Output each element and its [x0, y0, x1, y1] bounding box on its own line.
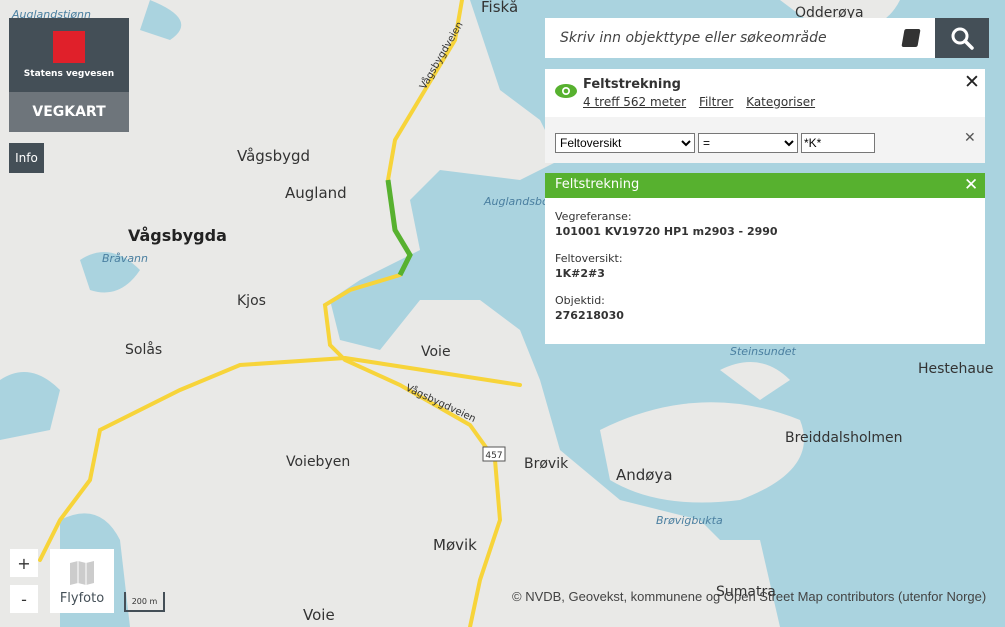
- search-button[interactable]: [935, 18, 989, 58]
- place-label: Augland: [285, 184, 347, 202]
- field-value: 101001 KV19720 HP1 m2903 - 2990: [555, 225, 778, 238]
- place-label: Auglandsbo: [484, 195, 549, 208]
- info-button[interactable]: Info: [9, 143, 44, 173]
- filter-link[interactable]: Filtrer: [699, 95, 733, 109]
- place-label: Vågsbygd: [237, 147, 311, 165]
- place-label: Møvik: [433, 536, 477, 554]
- place-label: Steinsundet: [730, 345, 796, 358]
- place-label: Kjos: [237, 293, 266, 309]
- field-label: Objektid:: [555, 294, 605, 307]
- book-icon[interactable]: [901, 29, 921, 47]
- place-label: Brøvigbukta: [656, 514, 723, 527]
- attribution: © NVDB, Geovekst, kommunene og Open Stre…: [512, 589, 987, 604]
- close-result-icon[interactable]: ✕: [964, 175, 978, 195]
- scale-bar: 200 m: [124, 592, 165, 612]
- filter-value-input[interactable]: [801, 133, 875, 153]
- filter-property-select[interactable]: Feltoversikt: [555, 133, 695, 153]
- place-label: Solås: [125, 342, 163, 358]
- statens-vegvesen-logo[interactable]: Statens vegvesen: [9, 18, 129, 92]
- layer-panel: Feltstrekning 4 treff 562 meter Filtrer …: [545, 69, 985, 117]
- place-label: Hestehaue: [918, 361, 994, 377]
- filter-operator-select[interactable]: =: [698, 133, 798, 153]
- app-title-button[interactable]: VEGKART: [9, 92, 129, 132]
- road-label: Vågsbygdveien: [416, 19, 465, 91]
- categorize-link[interactable]: Kategoriser: [746, 95, 815, 109]
- road-number: 457: [485, 451, 502, 461]
- place-label: Fiskå: [481, 0, 519, 16]
- brand-name: Statens vegvesen: [23, 69, 115, 79]
- place-label: Brøvik: [524, 456, 569, 472]
- road-label: Vågsbygdveien: [404, 381, 478, 425]
- map-icon: [70, 561, 94, 585]
- flyfoto-label: Flyfoto: [59, 591, 105, 606]
- result-title: Feltstrekning: [555, 177, 640, 192]
- place-label: Breiddalsholmen: [785, 430, 903, 446]
- place-label: Bråvann: [102, 252, 149, 265]
- layer-summary-link[interactable]: 4 treff 562 meter: [583, 95, 686, 109]
- search-box: [545, 18, 935, 58]
- place-label: Voie: [303, 606, 335, 624]
- field-label: Feltoversikt:: [555, 252, 623, 265]
- zoom-out-button[interactable]: -: [10, 585, 38, 613]
- place-label: Voiebyen: [286, 454, 351, 470]
- flyfoto-button[interactable]: Flyfoto: [50, 549, 114, 613]
- place-label: Vågsbygda: [128, 226, 227, 245]
- search-input[interactable]: [560, 30, 890, 46]
- place-label: Andøya: [616, 466, 673, 484]
- result-header: Feltstrekning ✕: [545, 173, 985, 198]
- logo-emblem-icon: [53, 31, 85, 63]
- zoom-in-button[interactable]: +: [10, 549, 38, 577]
- remove-filter-icon[interactable]: ✕: [964, 130, 976, 146]
- eye-icon[interactable]: [554, 83, 578, 99]
- result-body: Vegreferanse: 101001 KV19720 HP1 m2903 -…: [545, 198, 985, 344]
- field-label: Vegreferanse:: [555, 210, 632, 223]
- search-icon: [951, 27, 974, 50]
- layer-title: Feltstrekning: [583, 77, 681, 92]
- place-label: Voie: [421, 344, 451, 360]
- field-value: 276218030: [555, 309, 624, 322]
- filter-row: Feltoversikt = ✕: [545, 117, 985, 163]
- close-layer-icon[interactable]: ✕: [964, 71, 980, 93]
- field-value: 1K#2#3: [555, 267, 605, 280]
